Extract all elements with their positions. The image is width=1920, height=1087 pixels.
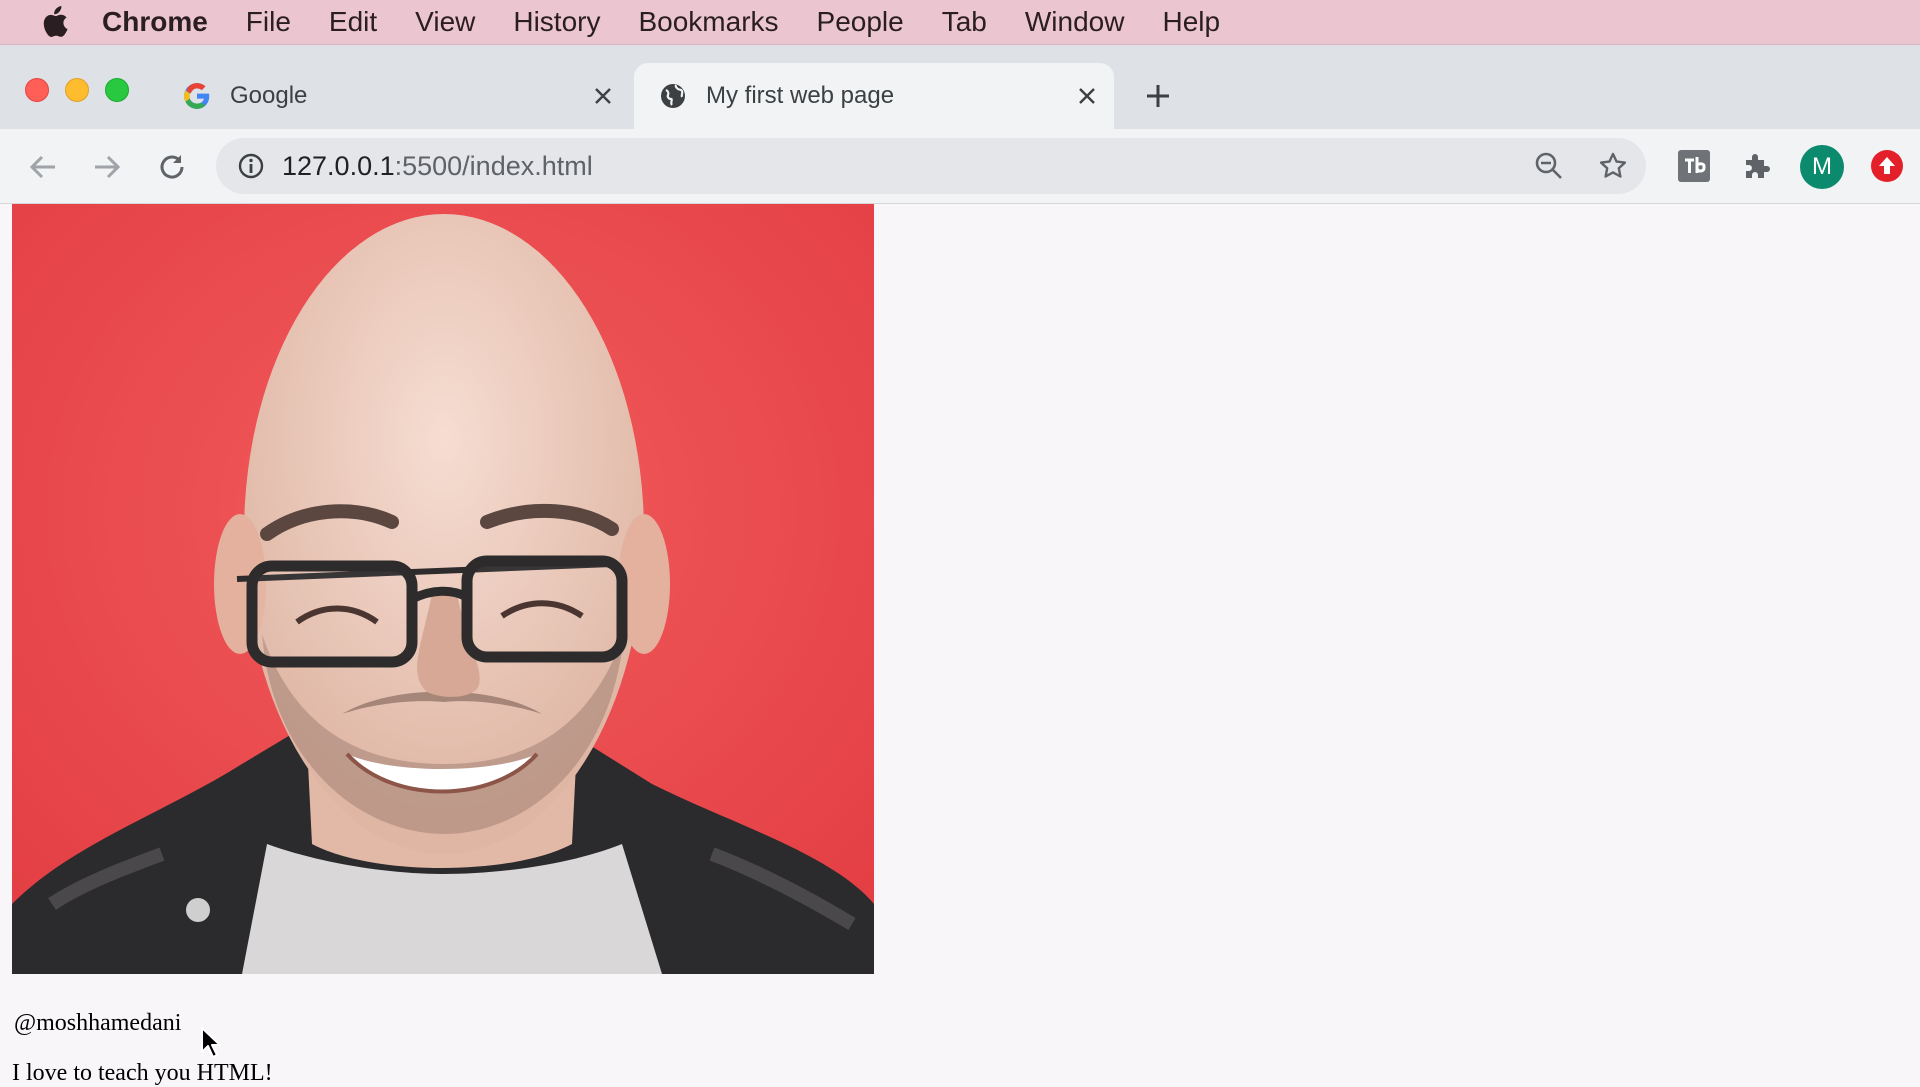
address-bar[interactable]: 127.0.0.1:5500/index.html bbox=[216, 138, 1646, 194]
back-arrow-icon[interactable] bbox=[24, 148, 62, 186]
menu-tab[interactable]: Tab bbox=[942, 6, 987, 38]
tab-my-first-web-page[interactable]: My first web page bbox=[634, 63, 1114, 129]
url-host: 127.0.0.1 bbox=[282, 150, 395, 181]
menu-view[interactable]: View bbox=[415, 6, 475, 38]
menu-bar: Chrome File Edit View History Bookmarks … bbox=[0, 0, 1920, 45]
window-zoom-button[interactable] bbox=[105, 78, 129, 102]
extensions-puzzle-icon[interactable] bbox=[1739, 148, 1775, 184]
url-text: 127.0.0.1:5500/index.html bbox=[282, 151, 593, 182]
tab-title: Google bbox=[230, 82, 308, 109]
profile-handle: @moshhamedani bbox=[14, 1010, 182, 1036]
menu-window[interactable]: Window bbox=[1025, 6, 1125, 38]
profile-bio: I love to teach you HTML! bbox=[12, 1060, 273, 1086]
site-info-icon[interactable] bbox=[236, 151, 266, 181]
web-page-content: @moshhamedani I love to teach you HTML! bbox=[0, 204, 1920, 1086]
menu-help[interactable]: Help bbox=[1162, 6, 1220, 38]
update-arrow-icon[interactable] bbox=[1869, 148, 1905, 184]
menu-bookmarks[interactable]: Bookmarks bbox=[638, 6, 778, 38]
menu-file[interactable]: File bbox=[246, 6, 291, 38]
new-tab-plus-icon[interactable] bbox=[1140, 78, 1176, 114]
menu-people[interactable]: People bbox=[817, 6, 904, 38]
mouse-cursor-icon bbox=[200, 1026, 222, 1060]
window-minimize-button[interactable] bbox=[65, 78, 89, 102]
close-tab-icon[interactable] bbox=[586, 79, 620, 113]
reload-icon[interactable] bbox=[153, 148, 191, 186]
google-g-icon bbox=[182, 81, 212, 111]
window-close-button[interactable] bbox=[25, 78, 49, 102]
globe-icon bbox=[658, 81, 688, 111]
bookmark-star-icon[interactable] bbox=[1597, 150, 1629, 182]
close-tab-icon[interactable] bbox=[1070, 79, 1104, 113]
tab-google[interactable]: Google bbox=[170, 63, 630, 129]
profile-photo bbox=[12, 204, 874, 974]
menu-app-chrome[interactable]: Chrome bbox=[102, 6, 208, 38]
forward-arrow-icon[interactable] bbox=[88, 148, 126, 186]
menu-edit[interactable]: Edit bbox=[329, 6, 377, 38]
zoom-out-icon[interactable] bbox=[1533, 150, 1565, 182]
apple-logo-icon[interactable] bbox=[40, 5, 70, 39]
tab-title: My first web page bbox=[706, 82, 895, 109]
extension-tb-icon[interactable] bbox=[1676, 148, 1712, 184]
menu-history[interactable]: History bbox=[513, 6, 600, 38]
url-path: :5500/index.html bbox=[394, 150, 593, 181]
profile-avatar[interactable]: M bbox=[1800, 145, 1844, 189]
